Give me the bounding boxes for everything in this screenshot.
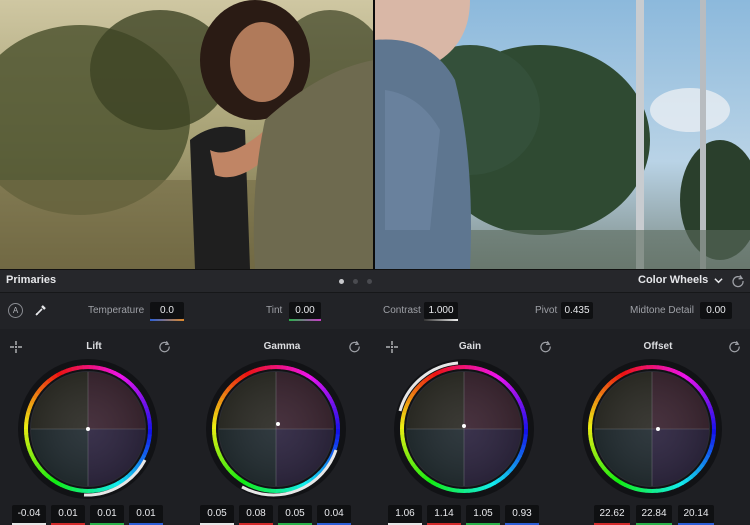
gain-master-value[interactable]: 1.06 — [388, 505, 422, 525]
gain-red-value[interactable]: 1.14 — [427, 505, 461, 525]
split-divider[interactable] — [373, 0, 375, 269]
color-wheel-offset[interactable] — [578, 355, 726, 503]
wheel-center-handle[interactable] — [276, 422, 280, 426]
pivot-label: Pivot — [535, 305, 558, 316]
mode-dropdown-label: Color Wheels — [638, 274, 709, 286]
color-wheel-gamma[interactable] — [202, 355, 350, 503]
wheel-offset: Offset 22.62 22.84 20.14 — [564, 329, 750, 525]
tint-slider[interactable] — [289, 319, 321, 321]
contrast-field[interactable]: 1.000 — [424, 302, 458, 319]
split-preview-image — [0, 0, 750, 269]
lift-master-value[interactable]: -0.04 — [12, 505, 46, 525]
temperature-field[interactable]: 0.0 — [150, 302, 184, 319]
wheel-title-gain: Gain — [458, 341, 482, 352]
temperature-label: Temperature — [88, 305, 145, 316]
page-indicator — [339, 279, 372, 284]
color-wheel-lift[interactable] — [14, 355, 162, 503]
gamma-blue-value[interactable]: 0.04 — [317, 505, 351, 525]
primaries-header: Primaries Color Wheels — [0, 269, 750, 292]
lift-blue-value[interactable]: 0.01 — [129, 505, 163, 525]
color-wheel-gain[interactable] — [390, 355, 538, 503]
wheel-center-handle[interactable] — [462, 424, 466, 428]
wheel-gain: Gain 1.06 1.14 1.05 0.93 — [376, 329, 564, 525]
midtone-detail-field[interactable]: 0.00 — [700, 302, 732, 319]
tint-field[interactable]: 0.00 — [289, 302, 321, 319]
wheel-lift: Lift -0.04 0.01 0.01 0.01 — [0, 329, 188, 525]
reset-icon[interactable] — [158, 340, 171, 353]
wheel-values-gamma: 0.05 0.08 0.05 0.04 — [200, 505, 351, 525]
wheel-center-handle[interactable] — [86, 427, 90, 431]
mode-dropdown[interactable]: Color Wheels — [638, 274, 723, 286]
viewer-preview[interactable] — [0, 0, 750, 269]
lift-red-value[interactable]: 0.01 — [51, 505, 85, 525]
offset-green-value[interactable]: 22.84 — [636, 505, 672, 525]
panel-title: Primaries — [6, 274, 57, 286]
eyedropper-icon[interactable] — [34, 303, 48, 317]
wheel-gamma: Gamma 0.05 0.08 0.05 0.04 — [188, 329, 376, 525]
reset-icon[interactable] — [728, 340, 741, 353]
adjustments-bar: A Temperature 0.0 Tint 0.00 Contrast 1.0… — [0, 292, 750, 329]
chevron-down-icon — [714, 277, 723, 283]
reset-icon[interactable] — [539, 340, 552, 353]
contrast-slider[interactable] — [424, 319, 458, 321]
auto-balance-icon[interactable]: A — [8, 303, 23, 318]
gamma-red-value[interactable]: 0.08 — [239, 505, 273, 525]
wheel-values-gain: 1.06 1.14 1.05 0.93 — [388, 505, 539, 525]
page-dot-2[interactable] — [353, 279, 358, 284]
reset-icon[interactable] — [348, 340, 361, 353]
midtone-detail-label: Midtone Detail — [630, 305, 694, 316]
offset-red-value[interactable]: 22.62 — [594, 505, 630, 525]
tint-label: Tint — [266, 305, 283, 316]
offset-blue-value[interactable]: 20.14 — [678, 505, 714, 525]
temperature-slider[interactable] — [150, 319, 184, 321]
wheel-values-offset: 22.62 22.84 20.14 — [594, 505, 714, 525]
wheel-values-lift: -0.04 0.01 0.01 0.01 — [12, 505, 163, 525]
page-dot-1[interactable] — [339, 279, 344, 284]
gamma-green-value[interactable]: 0.05 — [278, 505, 312, 525]
gain-green-value[interactable]: 1.05 — [466, 505, 500, 525]
gain-blue-value[interactable]: 0.93 — [505, 505, 539, 525]
reset-icon[interactable] — [731, 274, 745, 288]
page-dot-3[interactable] — [367, 279, 372, 284]
wheel-center-handle[interactable] — [656, 427, 660, 431]
gamma-master-value[interactable]: 0.05 — [200, 505, 234, 525]
color-wheels-area: Lift -0.04 0.01 0.01 0.01 Gamma 0.05 0.0… — [0, 329, 750, 525]
lift-green-value[interactable]: 0.01 — [90, 505, 124, 525]
contrast-label: Contrast — [383, 305, 421, 316]
wheel-title-offset: Offset — [643, 341, 673, 352]
pivot-field[interactable]: 0.435 — [561, 302, 593, 319]
